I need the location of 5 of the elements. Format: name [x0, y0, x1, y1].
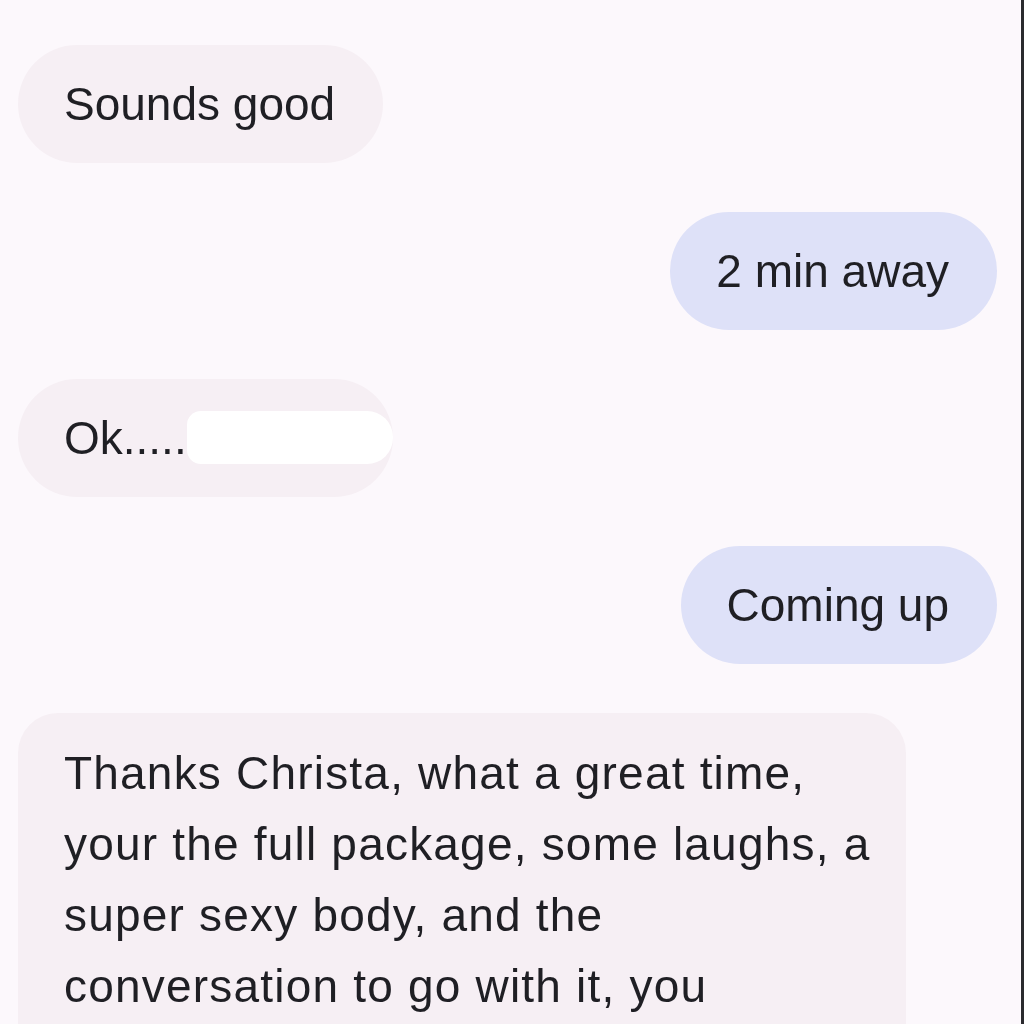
message-text: Sounds good [64, 77, 336, 131]
message-text: 2 min away [716, 244, 949, 298]
message-text: Coming up [726, 578, 949, 632]
message-text: Ok..... [64, 411, 187, 465]
message-text: Thanks Christa, what a great time, your the full package, some laughs, a super sexy body, and the conversation to go with it, you [64, 746, 871, 1014]
